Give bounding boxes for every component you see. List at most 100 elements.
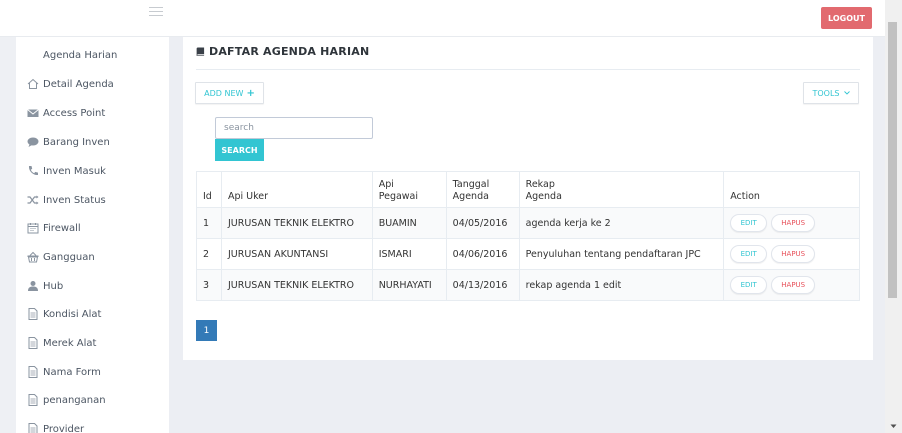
sidebar-item-firewall[interactable]: Firewall <box>26 218 81 238</box>
table-header-row: Id Api Uker Api Pegawai Tanggal Agenda Rek… <box>196 171 860 208</box>
hapus-button[interactable]: HAPUS <box>771 214 816 232</box>
add-new-label: ADD NEW <box>204 88 244 98</box>
cell-uker: JURUSAN TEKNIK ELEKTRO <box>220 269 373 301</box>
col-tanggal: Tanggal Agenda <box>445 171 520 208</box>
page-title-text: DAFTAR AGENDA HARIAN <box>209 45 370 58</box>
col-action-label: Action <box>730 191 760 202</box>
cell-uker: JURUSAN TEKNIK ELEKTRO <box>220 207 373 239</box>
sidebar-item-kondisi-alat[interactable]: Kondisi Alat <box>26 304 101 324</box>
tools-label: TOOLS <box>812 88 840 98</box>
page-title: DAFTAR AGENDA HARIAN <box>196 45 369 58</box>
shuffle-icon <box>26 194 39 207</box>
hapus-button[interactable]: HAPUS <box>771 276 816 294</box>
sidebar-item-label: Nama Form <box>43 366 101 378</box>
sidebar-item-label: Inven Masuk <box>43 165 106 177</box>
book-icon <box>196 47 205 56</box>
col-id-label: Id <box>203 191 212 202</box>
col-tanggal-label-2: Agenda <box>452 191 489 202</box>
sidebar-item-hub[interactable]: Hub <box>26 276 63 296</box>
title-divider <box>196 69 860 70</box>
cell-tanggal: 04/05/2016 <box>445 207 520 239</box>
chevron-down-icon <box>843 91 850 95</box>
cell-action: EDIT HAPUS <box>723 238 860 270</box>
col-pegawai-label-2: Pegawai <box>378 191 419 202</box>
cell-tanggal: 04/06/2016 <box>445 238 520 270</box>
document-icon <box>26 308 39 321</box>
edit-button[interactable]: EDIT <box>730 276 768 294</box>
top-bar: LOGOUT <box>0 0 885 37</box>
sidebar-item-label: penanganan <box>43 394 106 406</box>
sidebar-item-agenda-harian[interactable]: Agenda Harian <box>43 45 117 65</box>
edit-button[interactable]: EDIT <box>730 214 768 232</box>
document-icon <box>26 337 39 350</box>
col-uker-label: Api Uker <box>227 191 269 202</box>
sidebar-item-label: Kondisi Alat <box>43 308 102 320</box>
hamburger-icon[interactable] <box>149 7 163 17</box>
envelope-icon <box>26 107 39 120</box>
pagination-page-1[interactable]: 1 <box>196 320 217 341</box>
sidebar-item-label: Hub <box>43 280 64 292</box>
tools-dropdown[interactable]: TOOLS <box>803 82 859 104</box>
add-new-button[interactable]: ADD NEW + <box>195 82 264 104</box>
table-row: 2 JURUSAN AKUNTANSI ISMARI 04/06/2016 Pe… <box>196 238 860 270</box>
sidebar-item-gangguan[interactable]: Gangguan <box>26 247 95 267</box>
col-rekap: Rekap Agenda <box>518 171 725 208</box>
col-id: Id <box>196 171 222 208</box>
sidebar: Agenda Harian Detail Agenda Access Point… <box>16 37 169 433</box>
sidebar-item-label: Access Point <box>43 107 106 119</box>
sidebar-item-label: Merek Alat <box>43 337 97 349</box>
cell-rekap: Penyuluhan tentang pendaftaran JPC <box>518 238 725 270</box>
left-stripe <box>0 37 16 433</box>
col-uker: Api Uker <box>220 171 373 208</box>
edit-button[interactable]: EDIT <box>730 245 768 263</box>
cell-uker: JURUSAN AKUNTANSI <box>220 238 373 270</box>
sidebar-item-label: Agenda Harian <box>43 49 118 61</box>
agenda-table: Id Api Uker Api Pegawai Tanggal Agenda Rek… <box>196 171 860 301</box>
sidebar-item-access-point[interactable]: Access Point <box>26 103 105 123</box>
sidebar-item-penanganan[interactable]: penanganan <box>26 390 106 410</box>
cell-pegawai: BUAMIN <box>371 207 447 239</box>
sidebar-item-nama-form[interactable]: Nama Form <box>26 362 101 382</box>
cell-pegawai: ISMARI <box>371 238 447 270</box>
agenda-card: DAFTAR AGENDA HARIAN ADD NEW + TOOLS SEA… <box>183 37 873 360</box>
sidebar-item-merek-alat[interactable]: Merek Alat <box>26 333 96 353</box>
table-row: 3 JURUSAN TEKNIK ELEKTRO NURHAYATI 04/13… <box>196 269 860 301</box>
scrollbar-thumb[interactable] <box>888 22 897 298</box>
search-input[interactable] <box>215 117 373 139</box>
scroll-down-icon[interactable] <box>886 420 901 432</box>
hapus-button[interactable]: HAPUS <box>771 245 816 263</box>
col-rekap-label-2: Agenda <box>525 191 562 202</box>
sidebar-item-label: Inven Status <box>43 194 106 206</box>
phone-icon <box>26 165 39 178</box>
col-pegawai: Api Pegawai <box>371 171 447 208</box>
document-icon <box>26 394 39 407</box>
cell-id: 2 <box>196 238 222 270</box>
table-row: 1 JURUSAN TEKNIK ELEKTRO BUAMIN 04/05/20… <box>196 207 860 239</box>
document-icon <box>26 366 39 379</box>
sidebar-item-provider[interactable]: Provider <box>26 419 84 433</box>
cell-action: EDIT HAPUS <box>723 207 860 239</box>
logout-button[interactable]: LOGOUT <box>821 7 872 29</box>
cell-rekap: agenda kerja ke 2 <box>518 207 725 239</box>
user-icon <box>26 280 39 293</box>
document-icon <box>26 423 39 433</box>
sidebar-item-label: Detail Agenda <box>43 78 114 90</box>
cell-pegawai: NURHAYATI <box>371 269 447 301</box>
sidebar-item-barang-inven[interactable]: Barang Inven <box>26 132 110 152</box>
home-icon <box>26 78 39 91</box>
sidebar-item-inven-status[interactable]: Inven Status <box>26 190 106 210</box>
sidebar-item-detail-agenda[interactable]: Detail Agenda <box>26 74 114 94</box>
plus-icon: + <box>246 87 255 99</box>
search-button[interactable]: SEARCH <box>215 139 264 161</box>
cell-id: 3 <box>196 269 222 301</box>
col-rekap-label-1: Rekap <box>525 179 555 190</box>
sidebar-item-inven-masuk[interactable]: Inven Masuk <box>26 161 106 181</box>
cell-rekap: rekap agenda 1 edit <box>518 269 725 301</box>
col-tanggal-label-1: Tanggal <box>452 179 490 190</box>
col-pegawai-label-1: Api <box>378 179 394 190</box>
sidebar-item-label: Firewall <box>43 222 81 234</box>
sidebar-item-label: Barang Inven <box>43 136 110 148</box>
col-action: Action <box>723 171 860 208</box>
sidebar-item-label: Provider <box>43 423 85 433</box>
sidebar-item-label: Gangguan <box>43 251 95 263</box>
